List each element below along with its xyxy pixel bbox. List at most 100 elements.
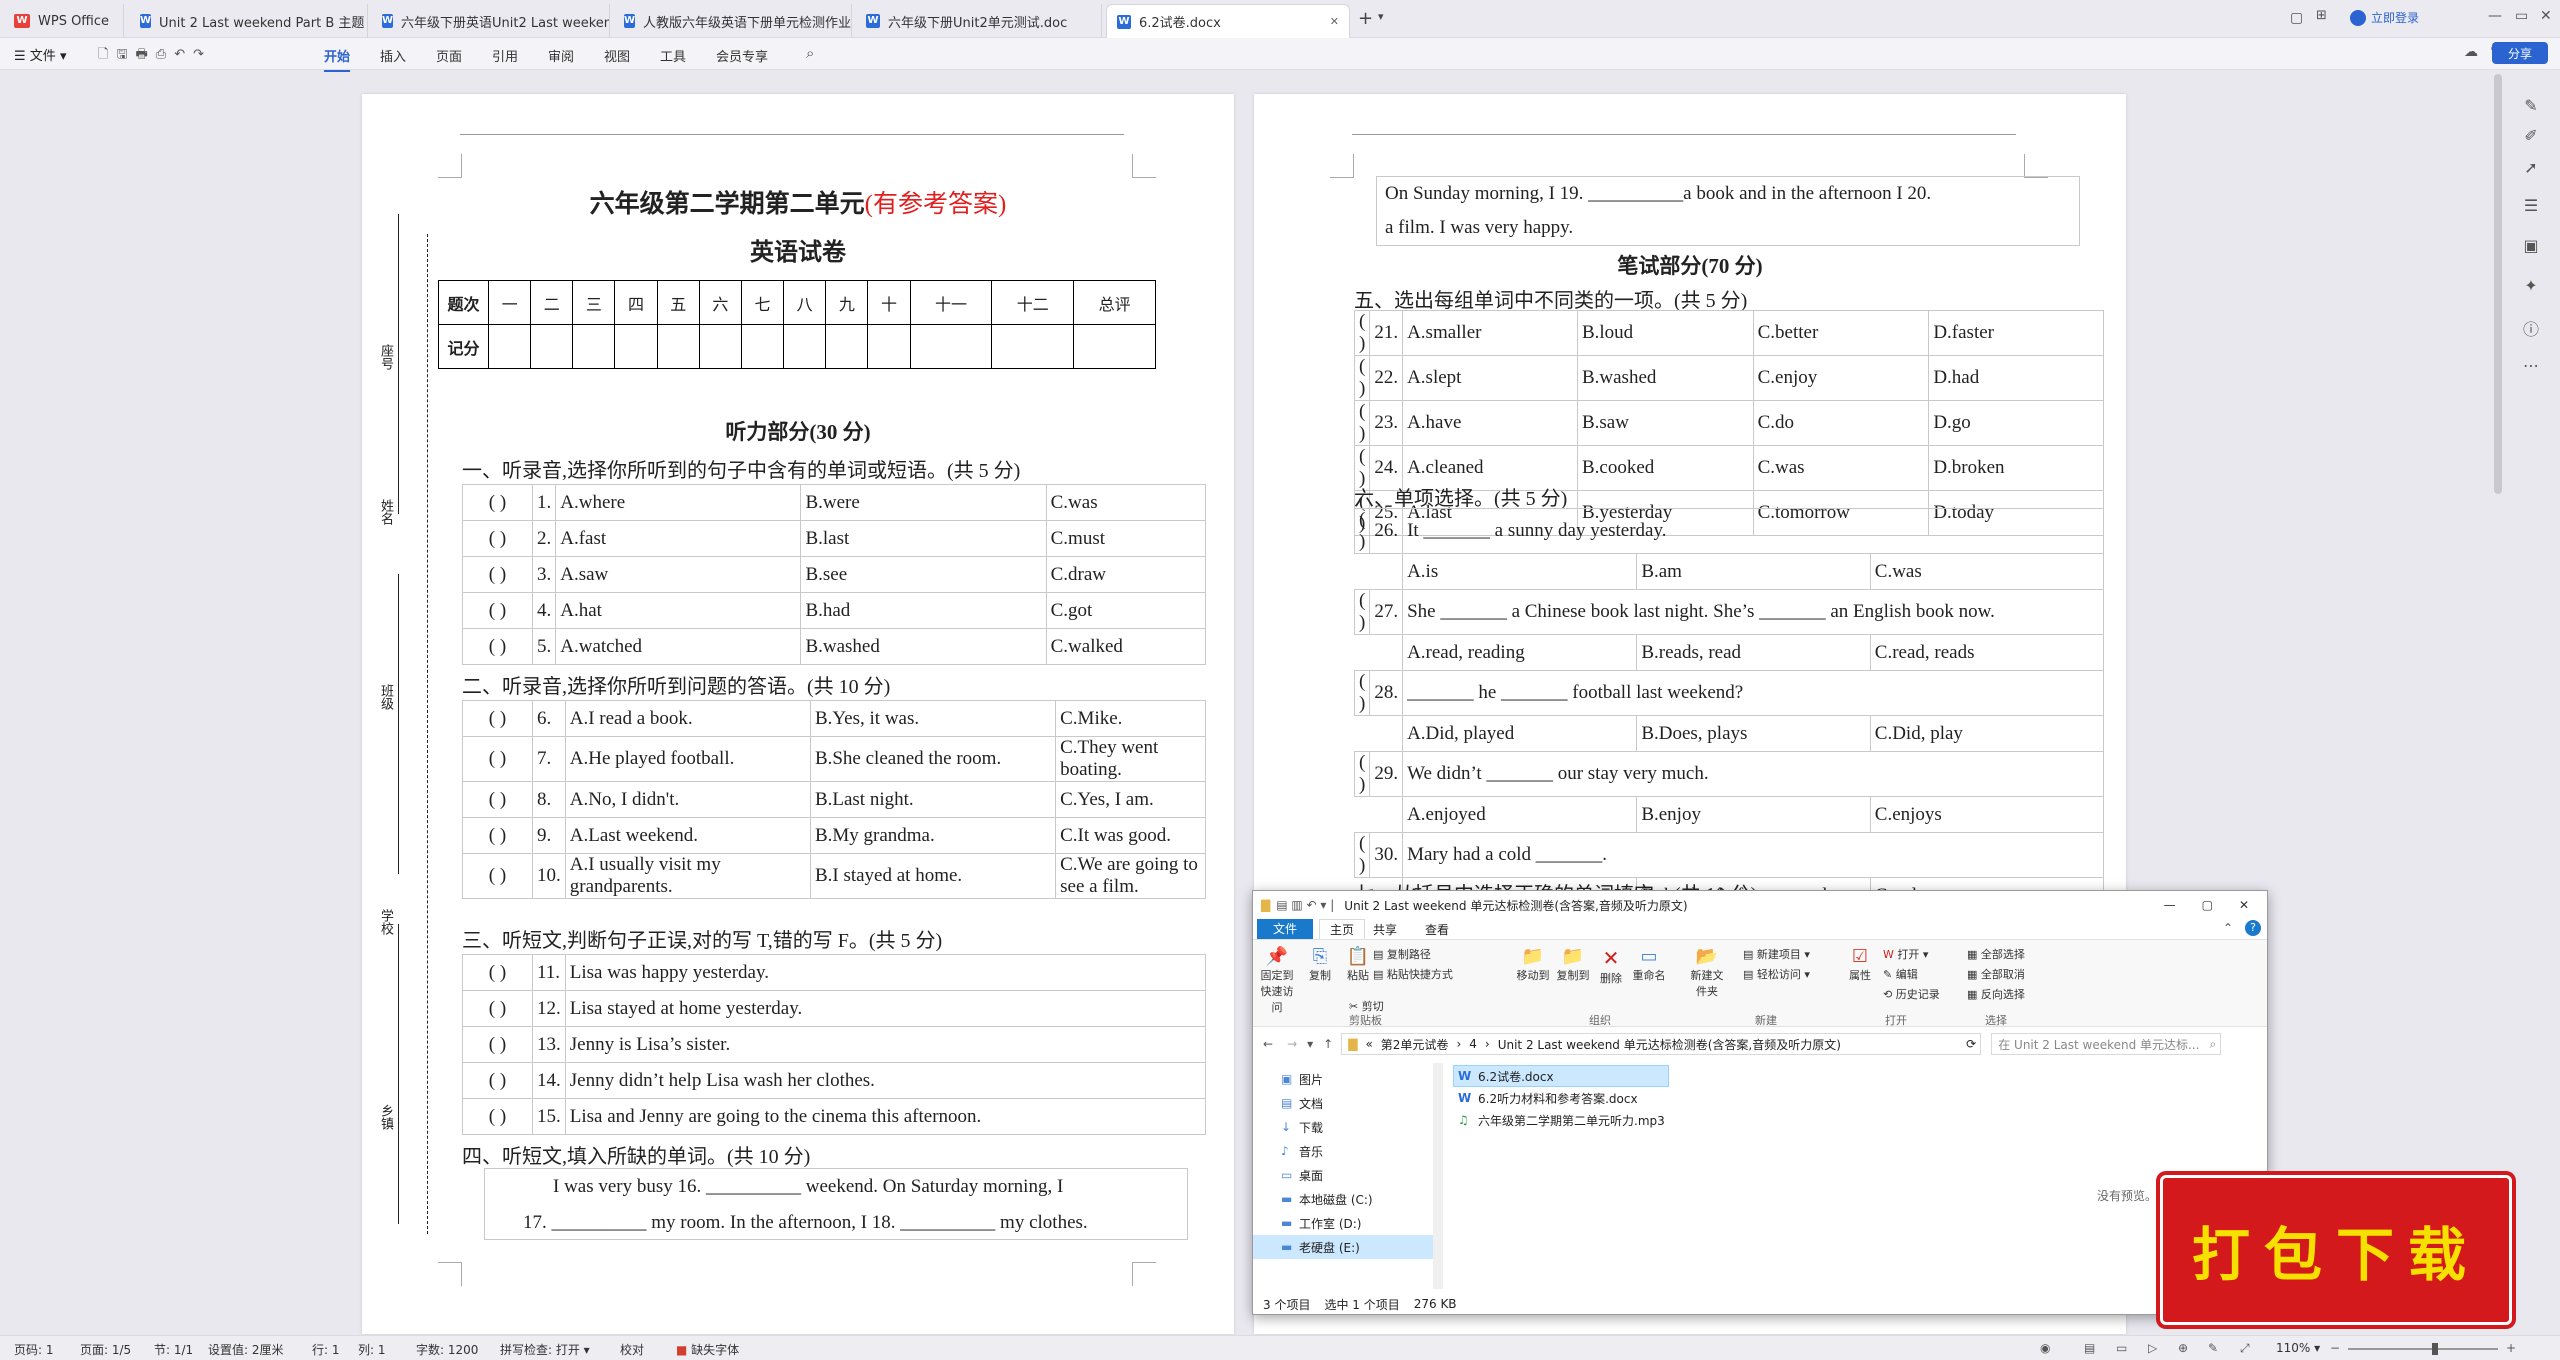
copy-button[interactable]: ⎘ 复制 — [1305, 946, 1335, 983]
image-icon[interactable]: ▣ — [2520, 236, 2542, 258]
answer-blank[interactable]: ( ) — [462, 954, 533, 991]
copy-path-button[interactable]: ▤ 复制路径 — [1373, 946, 1431, 962]
quick-access-icons[interactable]: ▤ ▥ ↶ ▾ | — [1276, 898, 1334, 912]
score-cell[interactable] — [740, 324, 785, 369]
answer-blank[interactable]: ( ) — [462, 1062, 533, 1099]
nav-item[interactable]: ▣ 图片 — [1253, 1067, 1443, 1091]
help-icon[interactable]: ? — [2245, 920, 2261, 936]
nav-item[interactable]: ♪ 音乐 — [1253, 1139, 1443, 1163]
quick-toolbar[interactable]: 🗋🖫🖶⎙↶↷ — [98, 45, 212, 67]
chevron-up-icon[interactable]: ⌃ — [2223, 921, 2233, 935]
select-all-button[interactable]: ▦ 全部选择 — [1967, 946, 2025, 962]
invert-selection-button[interactable]: ▦ 反向选择 — [1967, 986, 2025, 1002]
answer-blank[interactable]: ( ) — [1353, 751, 1371, 797]
menu-page[interactable]: 页面 — [436, 46, 462, 65]
tab-doc-4[interactable]: W 六年级下册Unit2单元测试.doc — [856, 4, 1102, 38]
chevron-down-icon[interactable]: ▾ — [1378, 10, 1384, 23]
nav-item[interactable]: ▬ 老硬盘 (E:) — [1253, 1235, 1443, 1259]
close-icon[interactable]: ✕ — [1330, 15, 1339, 28]
layout-icon[interactable]: ▤ — [2084, 1341, 2095, 1355]
explorer-tab-view[interactable]: 查看 — [1425, 921, 1449, 938]
missing-font-button[interactable]: ■ 缺失字体 — [676, 1341, 739, 1358]
menu-review[interactable]: 审阅 — [548, 46, 574, 65]
answer-blank[interactable]: ( ) — [462, 556, 533, 593]
eye-icon[interactable]: ◉ — [2040, 1341, 2050, 1355]
answer-blank[interactable]: ( ) — [1353, 400, 1371, 446]
address-bar[interactable]: ▇ « 第2单元试卷 › 4 › Unit 2 Last weekend 单元达标检测… — [1341, 1033, 1982, 1055]
document-page-1[interactable]: 座号 姓名 班级 学校 乡镇 六年级第二学期第二单元(有参考答案) 英语试卷 题… — [362, 94, 1234, 1334]
close-icon[interactable]: ✕ — [2239, 898, 2249, 912]
edit-button[interactable]: ✎ 编辑 — [1883, 966, 1918, 982]
score-cell[interactable] — [614, 324, 658, 369]
answer-blank[interactable]: ( ) — [462, 700, 533, 737]
delete-button[interactable]: ✕ 删除 — [1597, 946, 1625, 986]
answer-blank[interactable]: ( ) — [462, 484, 533, 521]
tab-doc-active[interactable]: W 6.2试卷.docx ✕ — [1106, 4, 1350, 38]
close-window-icon[interactable]: ✕ — [2540, 8, 2552, 24]
zoom-slider[interactable] — [2348, 1348, 2498, 1350]
zoom-in-icon[interactable]: + — [2506, 1341, 2516, 1355]
help-icon[interactable]: ⓘ — [2520, 316, 2542, 339]
pen-icon[interactable]: ✎ — [2208, 1341, 2218, 1355]
pointer-icon[interactable]: ➚ — [2520, 158, 2542, 180]
menu-member[interactable]: 会员专享 — [716, 46, 768, 65]
breadcrumb-item[interactable]: 4 — [1469, 1037, 1477, 1051]
tab-wps-home[interactable]: W WPS Office — [4, 4, 124, 38]
score-cell[interactable] — [825, 324, 869, 369]
answer-blank[interactable]: ( ) — [462, 520, 533, 557]
score-cell[interactable] — [656, 324, 700, 369]
maximize-icon[interactable]: ▢ — [2202, 898, 2213, 912]
new-item-button[interactable]: ▤ 新建项目 ▾ — [1743, 946, 1810, 962]
tab-doc-1[interactable]: W Unit 2 Last weekend Part B 主题 — [130, 4, 368, 38]
answer-blank[interactable]: ( ) — [462, 1098, 533, 1135]
globe-icon[interactable]: ⊕ — [2178, 1341, 2188, 1355]
answer-blank[interactable]: ( ) — [1353, 832, 1371, 878]
history-button[interactable]: ⟲ 历史记录 — [1883, 986, 1940, 1002]
answer-blank[interactable]: ( ) — [462, 1026, 533, 1063]
nav-scrollbar[interactable] — [1433, 1063, 1443, 1289]
minimize-icon[interactable]: — — [2164, 898, 2176, 912]
paste-shortcut-button[interactable]: ▤ 粘贴快捷方式 — [1373, 966, 1453, 982]
answer-blank[interactable]: ( ) — [462, 853, 533, 899]
answer-blank[interactable]: ( ) — [462, 592, 533, 629]
tab-doc-2[interactable]: W 六年级下册英语Unit2 Last weekend — [372, 4, 610, 38]
tool-icon[interactable]: ✦ — [2520, 276, 2542, 298]
spell-check-toggle[interactable]: 拼写检查: 打开 ▾ — [500, 1341, 590, 1358]
score-cell[interactable] — [530, 324, 574, 369]
score-cell[interactable] — [909, 324, 993, 369]
fit-icon[interactable]: ⤢ — [2240, 1341, 2250, 1356]
download-banner[interactable]: 打包下载 — [2160, 1175, 2512, 1325]
explorer-tab-file[interactable]: 文件 — [1257, 919, 1313, 939]
rename-button[interactable]: ▭ 重命名 — [1631, 946, 1667, 983]
answer-blank[interactable]: ( ) — [462, 736, 533, 782]
window-icon[interactable]: ▢ — [2290, 10, 2303, 26]
file-item[interactable]: W 6.2试卷.docx — [1453, 1065, 1669, 1087]
forward-icon[interactable]: → — [1287, 1037, 1297, 1051]
pencil-icon[interactable]: ✐ — [2520, 126, 2542, 148]
add-tab-icon[interactable]: + — [1358, 8, 1373, 29]
nav-item[interactable]: ▬ 工作室 (D:) — [1253, 1211, 1443, 1235]
answer-blank[interactable]: ( ) — [462, 817, 533, 854]
zoom-slider-thumb[interactable] — [2432, 1343, 2438, 1355]
proof-button[interactable]: 校对 — [620, 1341, 644, 1358]
answer-blank[interactable]: ( ) — [1353, 670, 1371, 716]
answer-blank[interactable]: ( ) — [1353, 508, 1371, 554]
search-icon[interactable]: ⌕ — [806, 44, 814, 62]
new-folder-button[interactable]: 📂 新建文件夹 — [1687, 946, 1727, 999]
share-button[interactable]: 分享 — [2492, 42, 2548, 64]
score-cell[interactable] — [867, 324, 911, 369]
up-icon[interactable]: ↑ — [1323, 1037, 1333, 1051]
menu-insert[interactable]: 插入 — [380, 46, 406, 65]
login-button[interactable]: 立即登录 — [2350, 9, 2419, 26]
score-cell[interactable] — [572, 324, 616, 369]
file-item[interactable]: ♫ 六年级第二学期第二单元听力.mp3 — [1453, 1109, 1813, 1131]
score-cell[interactable] — [487, 324, 532, 369]
maximize-icon[interactable]: ▭ — [2515, 8, 2528, 24]
nav-item[interactable]: ▬ 本地磁盘 (C:) — [1253, 1187, 1443, 1211]
settings-icon[interactable]: ☰ — [2520, 196, 2542, 218]
menu-view[interactable]: 视图 — [604, 46, 630, 65]
score-cell[interactable] — [991, 324, 1075, 369]
play-icon[interactable]: ▷ — [2148, 1341, 2157, 1355]
score-cell[interactable] — [698, 324, 742, 369]
breadcrumb-item[interactable]: Unit 2 Last weekend 单元达标检测卷(含答案,音频及听力原文) — [1498, 1036, 1841, 1053]
